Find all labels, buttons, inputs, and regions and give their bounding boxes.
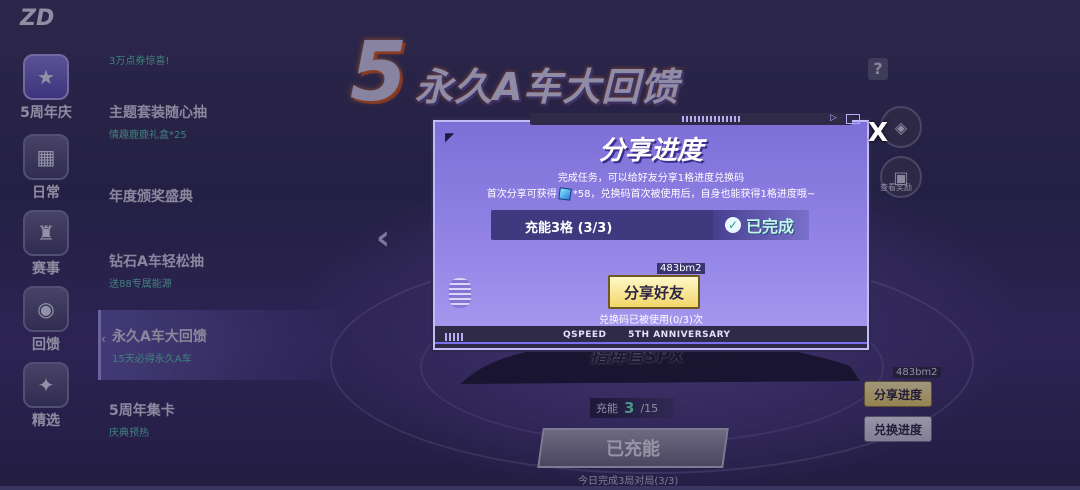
code-usage-text: 兑换码已被使用(0/3)次 <box>599 315 703 326</box>
share-code: 483bm2 <box>657 263 705 274</box>
reward-text-prefix: 首次分享可获得 <box>486 189 557 200</box>
task-row: 充能3格 (3/3) ✓ 已完成 <box>491 210 809 240</box>
footer-text: QSPEED 5TH ANNIVERSARY <box>563 330 731 340</box>
share-friend-button[interactable]: 分享好友 <box>608 275 700 309</box>
check-icon: ✓ <box>725 217 741 233</box>
play-icon: ▷ <box>830 113 837 123</box>
gem-icon <box>557 187 572 201</box>
task-label: 充能3格 (3/3) <box>525 221 613 236</box>
dialog-description: 完成任务，可以给好友分享1格进度兑换码 <box>557 173 745 184</box>
close-icon[interactable]: X <box>868 118 888 148</box>
share-progress-dialog: ▷ ◤ 分享进度 完成任务，可以给好友分享1格进度兑换码 首次分享可获得 *58，… <box>433 113 869 350</box>
spring-coil-icon <box>449 278 471 308</box>
dialog-reward-description: 首次分享可获得 *58，兑换码首次被使用后，自身也能获得1格进度哦~ <box>435 185 867 201</box>
topbar-stripe <box>682 116 742 122</box>
dialog-footer: QSPEED 5TH ANNIVERSARY <box>435 326 867 348</box>
footer-stripe <box>445 333 465 341</box>
task-status-text: 已完成 <box>746 217 795 236</box>
dialog-title: 分享进度 <box>598 136 703 166</box>
task-status: ✓ 已完成 <box>713 210 809 240</box>
footer-accent <box>435 342 867 344</box>
footer-anniversary: 5TH ANNIVERSARY <box>628 330 731 340</box>
reward-text-suffix: *58，兑换码首次被使用后，自身也能获得1格进度哦~ <box>572 189 816 200</box>
footer-brand: QSPEED <box>563 330 607 340</box>
menu-icon <box>846 114 860 124</box>
dialog-topbar: ▷ <box>530 113 860 125</box>
